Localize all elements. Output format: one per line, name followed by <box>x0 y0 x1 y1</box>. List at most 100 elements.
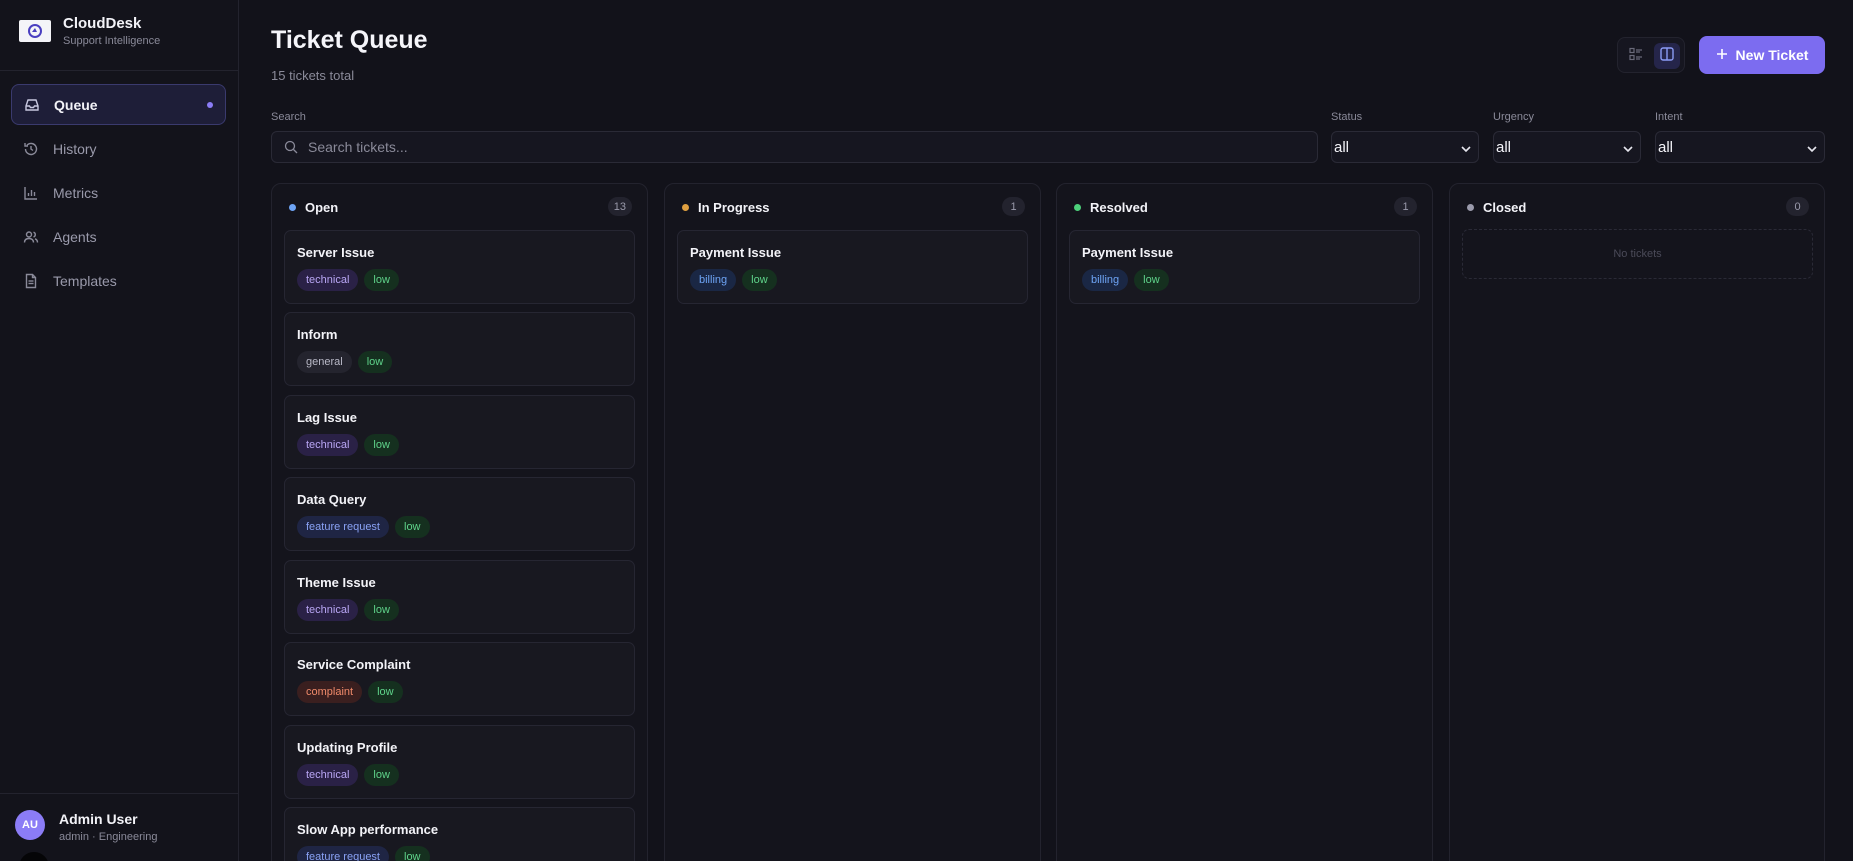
urgency-tag: low <box>395 846 430 861</box>
urgency-value: all <box>1496 138 1512 156</box>
urgency-tag: low <box>364 269 399 291</box>
status-dot <box>1074 204 1081 211</box>
column-resolved: Resolved 1 Payment Issue billing low <box>1056 183 1433 861</box>
secondary-avatar <box>19 852 49 861</box>
list-view-button[interactable] <box>1623 43 1649 69</box>
sidebar: CloudDesk Support Intelligence Queue His… <box>0 0 239 861</box>
intent-tag: technical <box>297 434 359 456</box>
column-header: Open <box>289 200 338 215</box>
urgency-tag: low <box>742 269 777 291</box>
intent-label: Intent <box>1655 111 1683 123</box>
intent-tag: general <box>297 351 352 373</box>
urgency-select[interactable]: all <box>1493 131 1641 163</box>
intent-tag: complaint <box>297 681 363 703</box>
urgency-tag: low <box>368 681 403 703</box>
user-role: admin · Engineering <box>59 831 158 843</box>
brand-logo-icon <box>19 20 51 42</box>
search-icon <box>284 140 298 159</box>
column-title: In Progress <box>698 200 770 215</box>
column-in-progress: In Progress 1 Payment Issue billing low <box>664 183 1041 861</box>
users-icon <box>23 229 39 245</box>
ticket-card[interactable]: Inform general low <box>284 312 635 386</box>
sidebar-item-history[interactable]: History <box>11 128 226 169</box>
urgency-tag: low <box>364 599 399 621</box>
status-dot <box>682 204 689 211</box>
sidebar-item-label: Queue <box>54 96 98 113</box>
inbox-icon <box>24 97 40 113</box>
ticket-title: Lag Issue <box>297 410 357 425</box>
chevron-down-icon <box>1806 142 1818 159</box>
ticket-title: Theme Issue <box>297 575 376 590</box>
intent-tag: technical <box>297 599 359 621</box>
status-value: all <box>1334 138 1350 156</box>
search-label: Search <box>271 111 306 123</box>
urgency-label: Urgency <box>1493 111 1534 123</box>
ticket-title: Inform <box>297 327 338 342</box>
sidebar-item-label: Templates <box>53 272 117 289</box>
ticket-card[interactable]: Theme Issue technical low <box>284 560 635 634</box>
user-name: Admin User <box>59 811 138 827</box>
ticket-title: Data Query <box>297 492 367 507</box>
status-dot <box>289 204 296 211</box>
column-count-badge: 13 <box>607 197 632 216</box>
status-label: Status <box>1331 111 1363 123</box>
column-header: In Progress <box>682 200 770 215</box>
avatar: AU <box>15 810 45 840</box>
search-input[interactable] <box>308 132 1298 162</box>
intent-select[interactable]: all <box>1655 131 1825 163</box>
column-title: Closed <box>1483 200 1527 215</box>
column-title: Resolved <box>1090 200 1148 215</box>
intent-tag: technical <box>297 764 359 786</box>
column-header: Closed <box>1467 200 1526 215</box>
ticket-card[interactable]: Payment Issue billing low <box>677 230 1028 304</box>
intent-tag: billing <box>1082 269 1129 291</box>
status-select[interactable]: all <box>1331 131 1479 163</box>
urgency-tag: low <box>1134 269 1169 291</box>
sidebar-item-metrics[interactable]: Metrics <box>11 172 226 213</box>
ticket-card[interactable]: Updating Profile technical low <box>284 725 635 799</box>
file-text-icon <box>23 273 39 289</box>
ticket-title: Server Issue <box>297 245 375 260</box>
column-count-badge: 0 <box>1786 197 1809 216</box>
intent-tag: feature request <box>297 846 389 861</box>
ticket-title: Updating Profile <box>297 740 398 755</box>
sidebar-item-agents[interactable]: Agents <box>11 216 226 257</box>
sidebar-item-queue[interactable]: Queue <box>11 84 226 125</box>
urgency-tag: low <box>364 434 399 456</box>
sidebar-item-templates[interactable]: Templates <box>11 260 226 301</box>
ticket-card[interactable]: Data Query feature request low <box>284 477 635 551</box>
column-closed: Closed 0 No tickets <box>1449 183 1825 861</box>
sidebar-item-label: Metrics <box>53 184 99 201</box>
intent-value: all <box>1658 138 1674 156</box>
board-view-button[interactable] <box>1654 43 1680 69</box>
chevron-down-icon <box>1460 142 1472 159</box>
ticket-count: 15 tickets total <box>271 68 355 83</box>
sidebar-item-label: History <box>53 140 97 157</box>
new-ticket-label: New Ticket <box>1735 47 1809 63</box>
brand-subtitle: Support Intelligence <box>63 35 161 47</box>
column-count-badge: 1 <box>1394 197 1417 216</box>
active-indicator-dot <box>207 102 213 108</box>
ticket-card[interactable]: Service Complaint complaint low <box>284 642 635 716</box>
ticket-card[interactable]: Payment Issue billing low <box>1069 230 1420 304</box>
urgency-tag: low <box>357 351 393 373</box>
brand: CloudDesk Support Intelligence <box>0 0 238 71</box>
intent-tag: billing <box>690 269 737 291</box>
sidebar-item-label: Agents <box>53 228 97 245</box>
column-title: Open <box>305 200 339 215</box>
urgency-tag: low <box>364 764 399 786</box>
ticket-card[interactable]: Slow App performance feature request low <box>284 807 635 861</box>
new-ticket-button[interactable]: New Ticket <box>1699 36 1825 74</box>
status-dot <box>1467 204 1474 211</box>
ticket-card[interactable]: Server Issue technical low <box>284 230 635 304</box>
sidebar-nav: Queue History Metrics Agents Templates <box>11 84 226 304</box>
list-icon <box>1629 47 1643 66</box>
ticket-card[interactable]: Lag Issue technical low <box>284 395 635 469</box>
intent-tag: feature request <box>297 516 389 538</box>
urgency-tag: low <box>395 516 430 538</box>
column-header: Resolved <box>1074 200 1148 215</box>
ticket-title: Payment Issue <box>690 245 782 260</box>
user-profile[interactable]: AU Admin User admin · Engineering <box>0 793 239 861</box>
intent-tag: technical <box>297 269 359 291</box>
bar-chart-icon <box>23 185 39 201</box>
